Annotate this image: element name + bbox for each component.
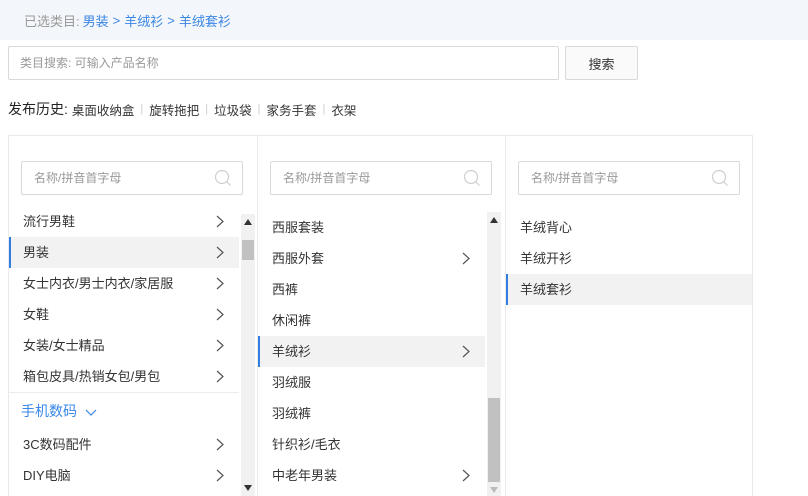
selected-category-bar: 已选类目: 男装 > 羊绒衫 > 羊绒套衫 bbox=[0, 0, 808, 40]
chevron-right-icon bbox=[216, 246, 224, 259]
scrollbar-thumb[interactable] bbox=[488, 398, 500, 482]
category-item-label: 女鞋 bbox=[23, 307, 50, 322]
category-item[interactable]: 女装/女士精品 bbox=[9, 330, 239, 361]
search-button[interactable]: 搜索 bbox=[565, 46, 638, 80]
category-panel-level-2: 西服套装 西服外套 西裤 休闲裤 羊绒衫 羽绒服 羽绒裤 bbox=[258, 136, 506, 496]
path-separator: > bbox=[112, 12, 121, 28]
category-item-label: 箱包皮具/热销女包/男包 bbox=[23, 369, 161, 384]
category-item[interactable]: 羊绒套衫 bbox=[506, 274, 752, 305]
path-level-3[interactable]: 羊绒套衫 bbox=[179, 11, 231, 30]
chevron-right-icon bbox=[462, 252, 470, 265]
panel-scrollbar[interactable] bbox=[487, 212, 501, 496]
category-search-row: 搜索 bbox=[8, 46, 638, 82]
category-item[interactable]: 箱包皮具/热销女包/男包 bbox=[9, 361, 239, 392]
category-group-toggle[interactable]: 手机数码 bbox=[9, 392, 239, 429]
chevron-right-icon bbox=[462, 345, 470, 358]
history-item[interactable]: 桌面收纳盒 bbox=[72, 100, 135, 119]
category-item-label: 羽绒服 bbox=[272, 375, 312, 390]
selected-category-label: 已选类目: bbox=[24, 13, 80, 29]
category-item-label: 羊绒背心 bbox=[520, 220, 573, 235]
category-search-input[interactable] bbox=[8, 46, 559, 80]
scrollbar-thumb[interactable] bbox=[242, 240, 254, 260]
chevron-right-icon bbox=[216, 469, 224, 482]
category-item[interactable]: 女士内衣/男士内衣/家居服 bbox=[9, 268, 239, 299]
category-item-label: 羊绒开衫 bbox=[520, 251, 573, 266]
category-item-label: 中老年男装 bbox=[272, 468, 338, 483]
category-item[interactable]: 流行男鞋 bbox=[9, 206, 239, 237]
path-separator: > bbox=[167, 12, 175, 28]
path-level-2[interactable]: 羊绒衫 bbox=[124, 11, 163, 30]
category-item-label: 西服套装 bbox=[272, 220, 325, 235]
chevron-down-icon bbox=[85, 409, 97, 416]
history-item[interactable]: 垃圾袋 bbox=[214, 100, 252, 119]
category-item-label: 西裤 bbox=[272, 282, 299, 297]
history-divider: | bbox=[257, 103, 261, 115]
history-divider: | bbox=[322, 103, 326, 115]
search-icon bbox=[463, 169, 480, 186]
chevron-right-icon bbox=[216, 215, 224, 228]
category-item-label: 羊绒套衫 bbox=[520, 282, 573, 297]
search-icon bbox=[711, 169, 728, 186]
category-item[interactable]: 西服外套 bbox=[258, 243, 485, 274]
publish-history: 发布历史: 桌面收纳盒 | 旋转拖把 | 垃圾袋 | 家务手套 | 衣架 bbox=[8, 97, 356, 121]
category-item-label: 3C数码配件 bbox=[23, 437, 92, 452]
category-item[interactable]: 羊绒背心 bbox=[506, 212, 752, 243]
history-item[interactable]: 衣架 bbox=[331, 100, 356, 119]
category-item[interactable]: 女鞋 bbox=[9, 299, 239, 330]
category-group-label: 手机数码 bbox=[21, 403, 77, 419]
chevron-right-icon bbox=[216, 339, 224, 352]
search-icon bbox=[214, 169, 231, 186]
chevron-right-icon bbox=[216, 308, 224, 321]
category-item-label: 女士内衣/男士内衣/家居服 bbox=[23, 276, 174, 291]
category-list: 羊绒背心 羊绒开衫 羊绒套衫 bbox=[506, 212, 752, 305]
panel-filter-input[interactable] bbox=[281, 162, 465, 194]
scroll-down-icon[interactable] bbox=[243, 484, 253, 492]
category-item[interactable]: 中老年男装 bbox=[258, 460, 485, 491]
category-item[interactable]: 针织衫/毛衣 bbox=[258, 429, 485, 460]
path-level-1[interactable]: 男装 bbox=[83, 11, 109, 30]
chevron-right-icon bbox=[216, 438, 224, 451]
category-item[interactable]: 西裤 bbox=[258, 274, 485, 305]
category-list: 流行男鞋 男装 女士内衣/男士内衣/家居服 女鞋 女装/女士精品 箱包皮具/热销… bbox=[9, 206, 239, 491]
panel-filter-box bbox=[21, 161, 243, 195]
chevron-right-icon bbox=[216, 370, 224, 383]
panel-filter-box bbox=[270, 161, 492, 195]
chevron-right-icon bbox=[216, 277, 224, 290]
category-item[interactable]: 羊绒衫 bbox=[258, 336, 485, 367]
scroll-up-icon[interactable] bbox=[489, 216, 499, 224]
category-item[interactable]: 羽绒裤 bbox=[258, 398, 485, 429]
panel-filter-input[interactable] bbox=[32, 162, 216, 194]
category-panel-level-1: 流行男鞋 男装 女士内衣/男士内衣/家居服 女鞋 女装/女士精品 箱包皮具/热销… bbox=[9, 136, 258, 496]
category-list: 西服套装 西服外套 西裤 休闲裤 羊绒衫 羽绒服 羽绒裤 针织衫/毛衣 中老年男… bbox=[258, 212, 485, 491]
category-item-label: DIY电脑 bbox=[23, 468, 71, 483]
category-panel-level-3: 羊绒背心 羊绒开衫 羊绒套衫 bbox=[506, 136, 753, 496]
history-divider: | bbox=[205, 103, 209, 115]
category-item-label: 流行男鞋 bbox=[23, 214, 76, 229]
category-item-label: 针织衫/毛衣 bbox=[272, 437, 341, 452]
panel-scrollbar[interactable] bbox=[241, 214, 255, 496]
category-item[interactable]: 西服套装 bbox=[258, 212, 485, 243]
category-panels: 流行男鞋 男装 女士内衣/男士内衣/家居服 女鞋 女装/女士精品 箱包皮具/热销… bbox=[8, 135, 753, 496]
category-item-label: 西服外套 bbox=[272, 251, 325, 266]
publish-history-label: 发布历史: bbox=[8, 101, 68, 117]
category-item[interactable]: 羽绒服 bbox=[258, 367, 485, 398]
category-item[interactable]: 羊绒开衫 bbox=[506, 243, 752, 274]
category-item[interactable]: 3C数码配件 bbox=[9, 429, 239, 460]
chevron-right-icon bbox=[462, 469, 470, 482]
category-item[interactable]: 男装 bbox=[9, 237, 239, 268]
category-item[interactable]: DIY电脑 bbox=[9, 460, 239, 491]
scroll-down-icon[interactable] bbox=[489, 486, 499, 494]
history-item[interactable]: 家务手套 bbox=[267, 100, 317, 119]
panel-filter-input[interactable] bbox=[529, 162, 713, 194]
category-item-label: 女装/女士精品 bbox=[23, 338, 105, 353]
category-item-label: 休闲裤 bbox=[272, 313, 312, 328]
history-divider: | bbox=[140, 103, 144, 115]
history-item[interactable]: 旋转拖把 bbox=[149, 100, 199, 119]
category-item-label: 羽绒裤 bbox=[272, 406, 312, 421]
category-item-label: 羊绒衫 bbox=[272, 344, 312, 359]
category-item[interactable]: 休闲裤 bbox=[258, 305, 485, 336]
category-item-label: 男装 bbox=[23, 245, 50, 260]
scroll-up-icon[interactable] bbox=[243, 218, 253, 226]
panel-filter-box bbox=[518, 161, 740, 195]
